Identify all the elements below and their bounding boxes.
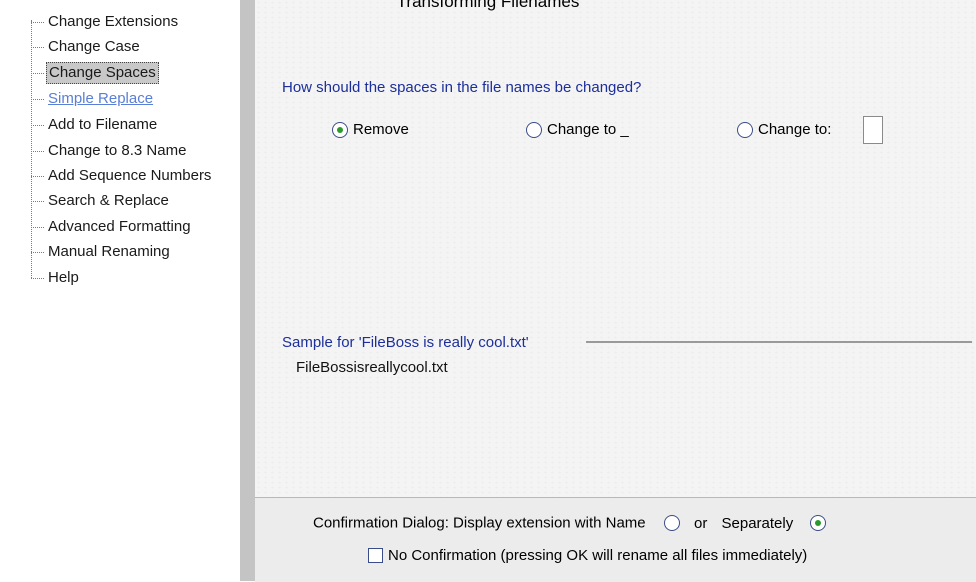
underscore-option[interactable]: Change to _ bbox=[526, 121, 629, 143]
tree-branch bbox=[31, 99, 44, 100]
confirmation-label: Confirmation Dialog: Display extension w… bbox=[313, 514, 646, 532]
window-title: Transforming Filenames bbox=[396, 0, 580, 11]
sidebar-item-search-replace[interactable]: Search & Replace bbox=[31, 189, 236, 213]
custom-radio[interactable] bbox=[737, 121, 753, 138]
sidebar-tree: Change Extensions Change Case Change Spa… bbox=[0, 0, 240, 581]
sample-result: FileBossisreallycool.txt bbox=[296, 359, 448, 376]
sidebar-item-label: Search & Replace bbox=[48, 192, 169, 209]
confirmation-panel bbox=[255, 497, 976, 582]
custom-option[interactable]: Change to: bbox=[737, 121, 831, 143]
remove-label: Remove bbox=[353, 121, 409, 139]
sidebar-item-label: Add to Filename bbox=[48, 116, 158, 133]
sidebar-item-label: Simple Replace bbox=[48, 90, 154, 107]
sidebar-item-change-spaces[interactable]: Change Spaces bbox=[31, 61, 236, 85]
tree-branch bbox=[31, 125, 44, 126]
sidebar-item-label: Manual Renaming bbox=[48, 243, 170, 260]
sidebar-item-label: Help bbox=[48, 269, 79, 286]
sidebar-item-label: Change Spaces bbox=[46, 62, 159, 84]
sidebar-item-add-sequence-numbers[interactable]: Add Sequence Numbers bbox=[31, 164, 236, 188]
remove-option[interactable]: Remove bbox=[332, 121, 409, 143]
sidebar-item-label: Add Sequence Numbers bbox=[48, 167, 212, 184]
sidebar-item-label: Change to 8.3 Name bbox=[48, 142, 187, 159]
sidebar-item-advanced-formatting[interactable]: Advanced Formatting bbox=[31, 215, 236, 239]
display-with-name-radio[interactable] bbox=[663, 515, 680, 532]
sidebar-item-add-to-filename[interactable]: Add to Filename bbox=[31, 113, 236, 137]
separately-radio[interactable] bbox=[810, 515, 827, 532]
sidebar-item-label: Change Extensions bbox=[48, 13, 179, 30]
tree-branch bbox=[31, 227, 44, 228]
no-confirmation-label: No Confirmation (pressing OK will rename… bbox=[388, 546, 808, 564]
sidebar-item-simple-replace[interactable]: Simple Replace bbox=[31, 87, 236, 111]
sidebar-item-label: Change Case bbox=[48, 38, 140, 55]
options-panel bbox=[255, 0, 976, 497]
tree-branch bbox=[31, 22, 44, 23]
tree-branch bbox=[31, 176, 44, 177]
tree-branch bbox=[31, 278, 44, 279]
confirmation-dialog-row: Confirmation Dialog: Display extension w… bbox=[313, 514, 827, 536]
separately-label: Separately bbox=[721, 514, 794, 532]
no-confirmation-checkbox[interactable] bbox=[368, 547, 383, 563]
or-label: or bbox=[694, 514, 708, 532]
custom-replacement-input[interactable] bbox=[863, 116, 883, 144]
tree-branch bbox=[31, 252, 44, 253]
sidebar-item-change-to-83-name[interactable]: Change to 8.3 Name bbox=[31, 139, 236, 163]
tree-branch bbox=[31, 151, 44, 152]
underscore-radio[interactable] bbox=[526, 121, 542, 138]
sidebar-item-help[interactable]: Help bbox=[31, 266, 236, 290]
sample-divider bbox=[586, 341, 972, 343]
sidebar-item-manual-renaming[interactable]: Manual Renaming bbox=[31, 240, 236, 264]
sidebar-item-change-extensions[interactable]: Change Extensions bbox=[31, 10, 236, 34]
remove-radio[interactable] bbox=[332, 121, 348, 138]
panel-splitter[interactable] bbox=[240, 0, 255, 581]
no-confirmation-row[interactable]: No Confirmation (pressing OK will rename… bbox=[368, 546, 807, 568]
custom-label: Change to: bbox=[758, 121, 832, 139]
tree-branch bbox=[31, 201, 44, 202]
underscore-label: Change to _ bbox=[547, 121, 629, 139]
tree-branch bbox=[31, 47, 44, 48]
sample-heading: Sample for 'FileBoss is really cool.txt' bbox=[282, 334, 529, 351]
sidebar-item-change-case[interactable]: Change Case bbox=[31, 35, 236, 59]
sidebar-item-label: Advanced Formatting bbox=[48, 218, 191, 235]
tree-branch bbox=[31, 73, 44, 74]
spaces-question-heading: How should the spaces in the file names … bbox=[282, 79, 642, 96]
